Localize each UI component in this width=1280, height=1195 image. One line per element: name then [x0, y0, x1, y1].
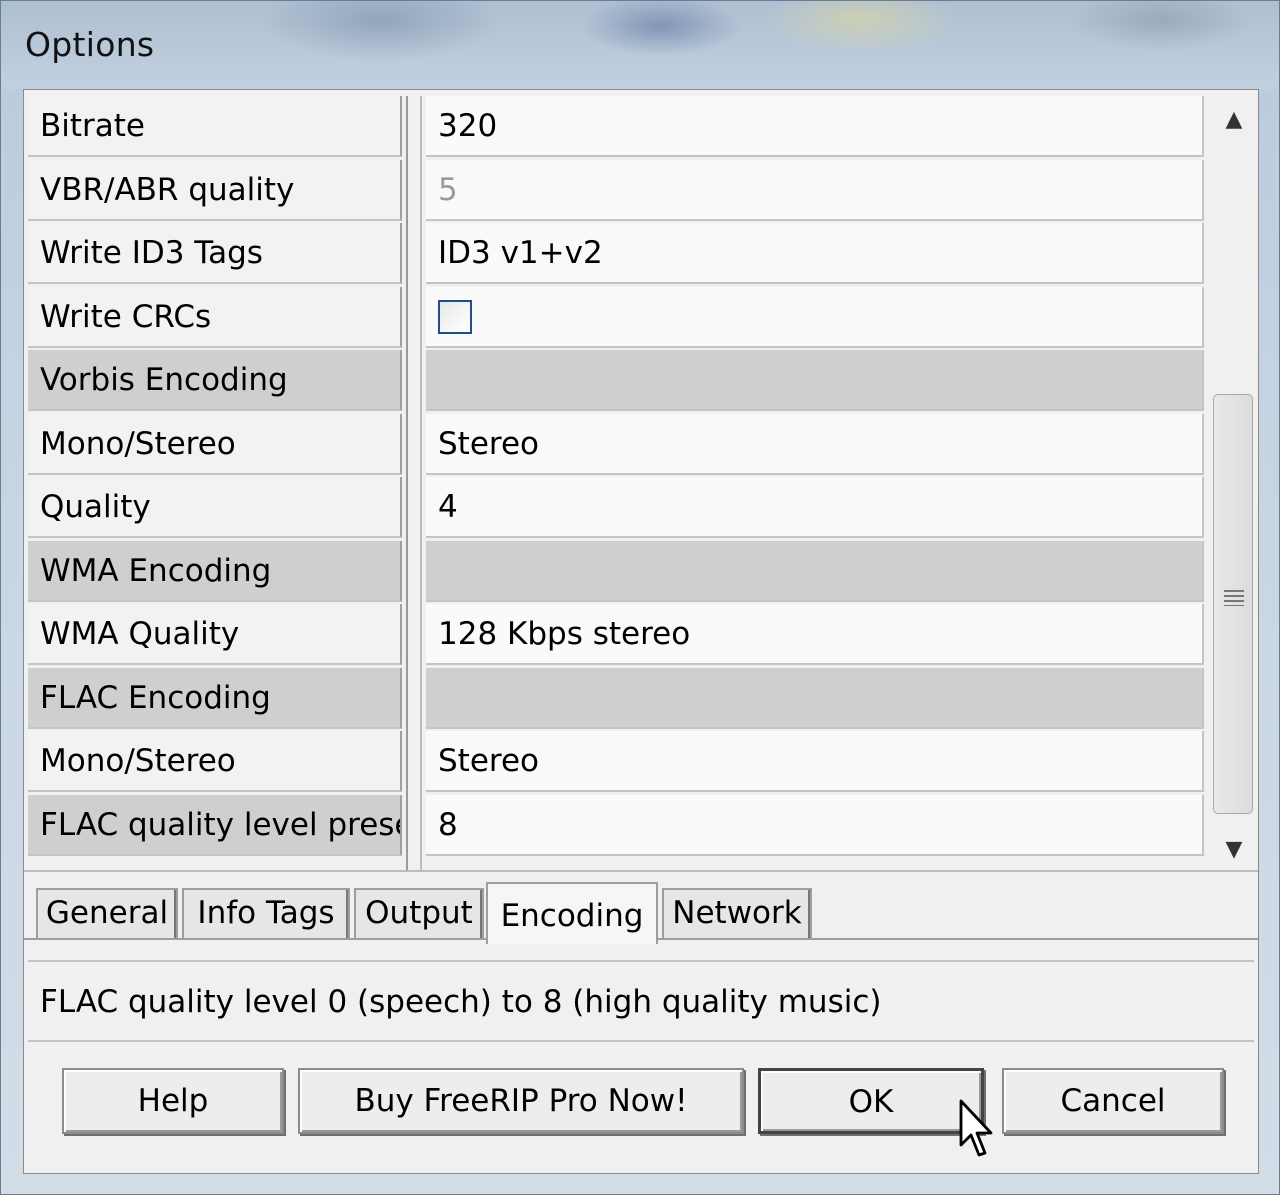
property-name[interactable]: WMA Quality [28, 604, 402, 665]
property-row[interactable]: WMA Quality 128 Kbps stereo [28, 604, 1204, 667]
property-value[interactable]: 8 [426, 794, 1204, 856]
property-name[interactable]: Write ID3 Tags [28, 223, 402, 284]
tab-network[interactable]: Network [662, 888, 812, 938]
buy-pro-button[interactable]: Buy FreeRIP Pro Now! [298, 1068, 744, 1134]
scroll-thumb[interactable] [1213, 394, 1253, 814]
cancel-button[interactable]: Cancel [1002, 1068, 1224, 1134]
window-title: Options [25, 25, 155, 64]
property-grid: Bitrate 320 VBR/ABR quality 5 Write ID3 Tags… [28, 96, 1258, 870]
property-row[interactable]: Quality 4 [28, 477, 1204, 540]
property-row[interactable]: Mono/Stereo Stereo [28, 731, 1204, 794]
property-name[interactable]: Bitrate [28, 96, 402, 157]
tab-strip: General Info Tags Output Encoding Networ… [24, 870, 1258, 962]
property-name[interactable]: FLAC Encoding [28, 667, 402, 729]
property-value[interactable]: Stereo [426, 731, 1204, 792]
property-category-row[interactable]: FLAC Encoding [28, 667, 1204, 731]
tab-output[interactable]: Output [354, 888, 484, 938]
property-name[interactable]: Vorbis Encoding [28, 350, 402, 411]
dialog-client-area: Bitrate 320 VBR/ABR quality 5 Write ID3 Tags… [23, 89, 1259, 1174]
property-row[interactable]: Write ID3 Tags ID3 v1+v2 [28, 223, 1204, 286]
mouse-cursor-icon [959, 1099, 993, 1157]
property-name[interactable]: FLAC quality level preset [28, 794, 402, 856]
property-row[interactable]: Bitrate 320 [28, 96, 1204, 159]
property-category-row[interactable]: WMA Encoding [28, 540, 1204, 604]
property-row[interactable]: FLAC quality level preset 8 [28, 794, 1204, 858]
property-description: FLAC quality level 0 (speech) to 8 (high… [28, 960, 1254, 1042]
property-value-checkbox-cell[interactable] [426, 286, 1204, 348]
property-value[interactable]: 5 [426, 159, 1204, 221]
up-arrow-icon[interactable]: ▲ [1210, 100, 1258, 140]
tab-info-tags[interactable]: Info Tags [182, 888, 350, 938]
property-name[interactable]: Mono/Stereo [28, 731, 402, 792]
property-value [426, 667, 1204, 729]
property-value[interactable]: Stereo [426, 413, 1204, 475]
title-bar[interactable]: Options [1, 1, 1279, 89]
property-value [426, 540, 1204, 602]
property-value [426, 350, 1204, 411]
property-category-row[interactable]: Vorbis Encoding [28, 350, 1204, 413]
tab-encoding[interactable]: Encoding [486, 882, 658, 944]
property-value[interactable]: 4 [426, 477, 1204, 538]
property-name[interactable]: Write CRCs [28, 286, 402, 348]
down-arrow-icon[interactable]: ▼ [1210, 830, 1258, 870]
write-crcs-checkbox[interactable] [438, 299, 472, 334]
vertical-scrollbar[interactable]: ▲ ▼ [1210, 100, 1258, 870]
property-name[interactable]: Mono/Stereo [28, 413, 402, 475]
property-value[interactable]: 128 Kbps stereo [426, 604, 1204, 665]
property-row[interactable]: Mono/Stereo Stereo [28, 413, 1204, 477]
options-dialog: Options Bitrate 320 VBR/ABR quality 5 Write … [0, 0, 1280, 1195]
grip-icon [1224, 590, 1244, 606]
property-value[interactable]: 320 [426, 96, 1204, 157]
property-name[interactable]: VBR/ABR quality [28, 159, 402, 221]
property-row[interactable]: VBR/ABR quality 5 [28, 159, 1204, 223]
property-value[interactable]: ID3 v1+v2 [426, 223, 1204, 284]
tab-general[interactable]: General [36, 888, 178, 938]
property-row[interactable]: Write CRCs [28, 286, 1204, 350]
help-button[interactable]: Help [62, 1068, 284, 1134]
property-name[interactable]: WMA Encoding [28, 540, 402, 602]
property-name[interactable]: Quality [28, 477, 402, 538]
ok-button[interactable]: OK [758, 1068, 984, 1134]
